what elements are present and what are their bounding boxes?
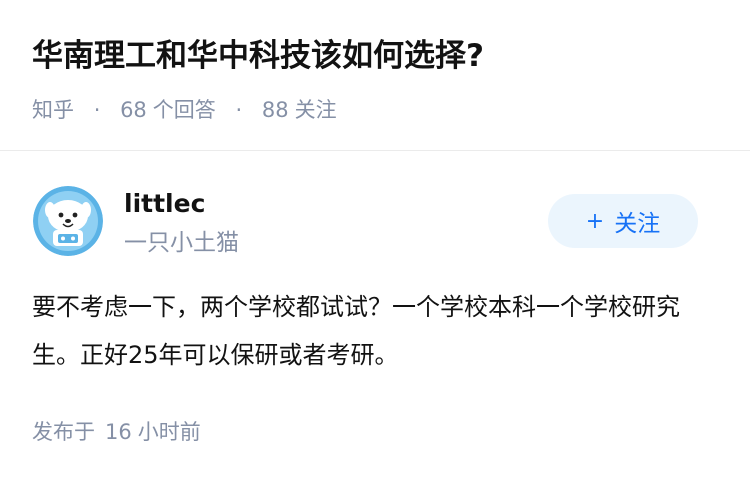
zhihu-question-page: 华南理工和华中科技该如何选择? 知乎 · 68 个回答 · 88 关注 litt…	[0, 0, 750, 486]
question-header: 华南理工和华中科技该如何选择? 知乎 · 68 个回答 · 88 关注	[0, 0, 750, 150]
source-label[interactable]: 知乎	[32, 98, 74, 122]
answer-count-label: 个回答	[152, 98, 216, 122]
answer-count: 68	[120, 98, 147, 122]
author-bio: 一只小土猫	[124, 230, 239, 256]
time-prefix: 发布于	[32, 420, 95, 444]
answer-time: 发布于 16 小时前	[32, 416, 201, 448]
time-value: 16	[105, 420, 132, 444]
plus-icon: +	[585, 208, 605, 234]
follower-count: 88	[261, 98, 289, 122]
answer-content[interactable]: 要不考虑一下，两个学校都试试？一个学校本科一个学校研究生。正好25年可以保研或者…	[32, 283, 722, 379]
question-title[interactable]: 华南理工和华中科技该如何选择?	[32, 34, 484, 78]
follower-count-label: 关注	[294, 98, 337, 122]
time-unit: 小时前	[137, 420, 201, 444]
author-name[interactable]: littlec	[124, 187, 205, 221]
meta-separator: ·	[235, 98, 243, 122]
avatar[interactable]	[33, 186, 103, 256]
follow-button-label: 关注	[614, 211, 661, 237]
question-meta: 知乎 · 68 个回答 · 88 关注	[32, 94, 337, 126]
meta-separator: ·	[93, 98, 101, 122]
cartoon-dog-astronaut-icon	[33, 186, 103, 256]
follow-button[interactable]: + 关注	[548, 194, 698, 248]
answer-card: littlec 一只小土猫 + 关注 要不考虑一下，两个学校都试试？一个学校本科…	[0, 151, 750, 486]
